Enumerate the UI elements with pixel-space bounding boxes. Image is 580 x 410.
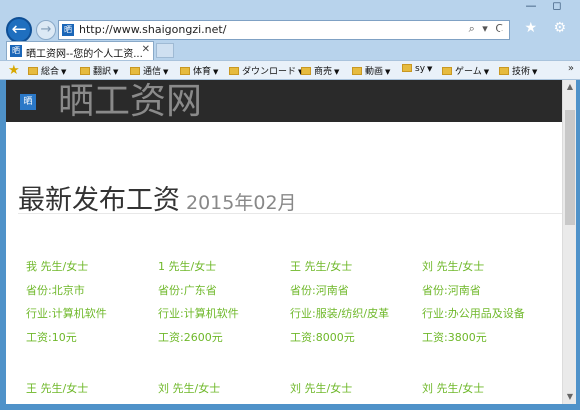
minimize-button[interactable]: — bbox=[520, 0, 542, 14]
favorites-star-icon[interactable]: ★ bbox=[8, 63, 20, 78]
card-name: 刘 先生/女士 bbox=[290, 382, 353, 395]
favorite-folder[interactable]: 通信 ▼ bbox=[130, 64, 168, 77]
caret-down-icon: ▼ bbox=[213, 68, 219, 76]
favorite-folder[interactable]: sy ▼ bbox=[402, 64, 432, 74]
folder-icon bbox=[402, 64, 412, 72]
scroll-thumb[interactable] bbox=[565, 110, 575, 225]
maximize-button[interactable]: ◻ bbox=[546, 0, 568, 14]
folder-icon bbox=[130, 67, 140, 75]
tab-title: 晒工资网--您的个人工资... bbox=[26, 49, 143, 60]
salary-card[interactable]: 1 先生/女士 省份:广东省 行业:计算机软件 工资:2600元 bbox=[158, 258, 288, 352]
caret-down-icon: ▼ bbox=[163, 68, 169, 76]
folder-icon bbox=[499, 67, 509, 75]
folder-icon bbox=[80, 67, 90, 75]
salary-card[interactable]: 刘 先生/女士 bbox=[290, 380, 420, 404]
favorite-folder[interactable]: ゲーム ▼ bbox=[442, 64, 489, 77]
card-industry: 行业:办公用品及设备 bbox=[422, 307, 525, 320]
card-industry: 行业:服装/纺织/皮革 bbox=[290, 307, 390, 320]
navigation-bar: — ◻ ← → 晒 http://www.shaigongzi.net/ ⌕ ▾… bbox=[0, 0, 580, 43]
vertical-scrollbar[interactable]: ▲ ▼ bbox=[562, 80, 576, 404]
card-name: 王 先生/女士 bbox=[26, 382, 89, 395]
caret-down-icon: ▼ bbox=[385, 68, 391, 76]
card-industry: 行业:计算机软件 bbox=[26, 307, 107, 320]
heading-date: 2015年02月 bbox=[186, 192, 297, 214]
url-text[interactable]: http://www.shaigongzi.net/ bbox=[79, 23, 226, 36]
site-favicon-icon: 晒 bbox=[62, 24, 74, 36]
salary-card[interactable]: 刘 先生/女士 bbox=[158, 380, 288, 404]
divider bbox=[18, 213, 562, 214]
salary-card[interactable]: 刘 先生/女士 bbox=[422, 380, 552, 404]
folder-icon bbox=[352, 67, 362, 75]
tab-active[interactable]: 晒 晒工资网--您的个人工资... ✕ bbox=[6, 41, 154, 60]
caret-down-icon: ▼ bbox=[113, 68, 119, 76]
favorite-folder[interactable]: 翻訳 ▼ bbox=[80, 64, 118, 77]
browser-chrome: — ◻ ← → 晒 http://www.shaigongzi.net/ ⌕ ▾… bbox=[0, 0, 580, 80]
card-salary: 工资:2600元 bbox=[158, 330, 223, 344]
salary-card[interactable]: 王 先生/女士 省份:河南省 行业:服装/纺织/皮革 工资:8000元 bbox=[290, 258, 420, 352]
chevron-more-icon[interactable]: » bbox=[568, 63, 574, 74]
folder-icon bbox=[180, 67, 190, 75]
site-header: 晒 晒工资网 bbox=[6, 80, 562, 122]
card-industry: 行业:计算机软件 bbox=[158, 307, 239, 320]
salary-card[interactable]: 王 先生/女士 bbox=[26, 380, 156, 404]
forward-button[interactable]: → bbox=[36, 20, 56, 40]
tab-strip: 晒 晒工资网--您的个人工资... ✕ bbox=[0, 40, 580, 60]
new-tab-button[interactable] bbox=[156, 43, 174, 58]
caret-down-icon: ▼ bbox=[483, 68, 490, 76]
folder-icon bbox=[301, 67, 311, 75]
favorites-bar: ★ 総合▼ 翻訳▼ 通信▼ 体育▼ ダウンロード▼ 商売▼ 動画▼ sy▼ ゲー… bbox=[0, 60, 580, 80]
favorite-folder[interactable]: ダウンロード▼ bbox=[229, 64, 303, 77]
page-title: 最新发布工资 2015年02月 bbox=[18, 178, 297, 217]
card-province: 省份:河南省 bbox=[422, 283, 481, 297]
card-salary: 工资:10元 bbox=[26, 330, 77, 344]
tab-favicon-icon: 晒 bbox=[10, 45, 22, 57]
folder-icon bbox=[229, 67, 239, 75]
salary-card[interactable]: 刘 先生/女士 省份:河南省 行业:办公用品及设备 工资:3800元 bbox=[422, 258, 552, 352]
arrow-right-icon: → bbox=[40, 22, 52, 37]
caret-down-icon: ▼ bbox=[532, 68, 538, 76]
close-icon[interactable]: ✕ bbox=[142, 44, 150, 55]
address-bar[interactable]: 晒 http://www.shaigongzi.net/ ⌕ ▾ C bbox=[58, 20, 510, 40]
scroll-down-icon[interactable]: ▼ bbox=[563, 390, 577, 404]
page-viewport: 晒 晒工资网 最新发布工资 2015年02月 我 先生/女士 省份:北京市 行业:… bbox=[6, 80, 562, 404]
card-name: 1 先生/女士 bbox=[158, 260, 217, 273]
favorite-folder[interactable]: 体育 ▼ bbox=[180, 64, 218, 77]
arrow-left-icon: ← bbox=[11, 19, 27, 40]
card-name: 刘 先生/女士 bbox=[158, 382, 221, 395]
card-salary: 工资:3800元 bbox=[422, 330, 487, 344]
home-star-gear-icons[interactable]: ⌂ ★ ⚙ bbox=[499, 20, 572, 36]
card-province: 省份:广东省 bbox=[158, 283, 217, 297]
salary-card[interactable]: 我 先生/女士 省份:北京市 行业:计算机软件 工资:10元 bbox=[26, 258, 156, 352]
caret-down-icon: ▼ bbox=[334, 68, 340, 76]
card-province: 省份:河南省 bbox=[290, 283, 349, 297]
folder-icon bbox=[28, 67, 38, 75]
favorite-folder[interactable]: 総合 ▼ bbox=[28, 64, 66, 77]
card-name: 我 先生/女士 bbox=[26, 260, 89, 273]
site-logo[interactable]: 晒 bbox=[20, 94, 36, 110]
heading-main: 最新发布工资 bbox=[18, 185, 180, 216]
scroll-up-icon[interactable]: ▲ bbox=[563, 80, 577, 94]
card-salary: 工资:8000元 bbox=[290, 330, 355, 344]
favorite-folder[interactable]: 動画 ▼ bbox=[352, 64, 390, 77]
card-name: 刘 先生/女士 bbox=[422, 382, 485, 395]
favorite-folder[interactable]: 商売 ▼ bbox=[301, 64, 339, 77]
site-title[interactable]: 晒工资网 bbox=[58, 80, 202, 124]
favorite-folder[interactable]: 技術 ▼ bbox=[499, 64, 537, 77]
card-name: 王 先生/女士 bbox=[290, 260, 353, 273]
folder-icon bbox=[442, 67, 452, 75]
card-name: 刘 先生/女士 bbox=[422, 260, 485, 273]
caret-down-icon: ▼ bbox=[427, 65, 433, 73]
caret-down-icon: ▼ bbox=[61, 68, 67, 76]
card-province: 省份:北京市 bbox=[26, 283, 85, 297]
